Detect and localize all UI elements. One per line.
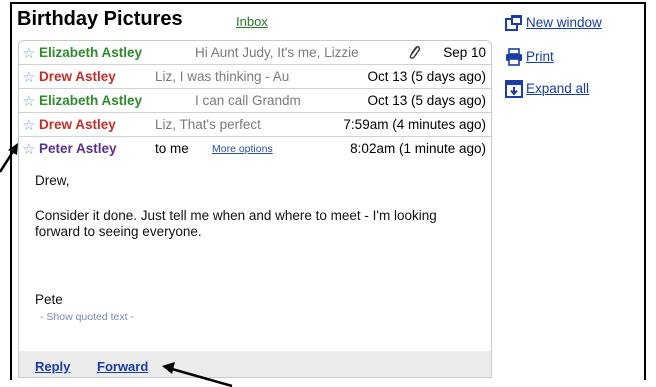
- message-paragraph: Consider it done. Just tell me when and …: [35, 208, 455, 240]
- open-message-header[interactable]: ☆ Peter Astley to me More options 8:02am…: [19, 137, 491, 161]
- message-date: 8:02am (1 minute ago): [347, 141, 486, 156]
- message-snippet: I can call Grandm: [195, 93, 301, 108]
- printer-icon: [505, 48, 523, 66]
- message-row[interactable]: ☆ Drew Astley Liz, That's perfect 7:59am…: [19, 113, 491, 137]
- reply-link[interactable]: Reply: [35, 359, 70, 374]
- expand-all-label: Expand all: [526, 81, 590, 96]
- message-date: Sep 10: [440, 45, 486, 60]
- message-line: forward to seeing everyone.: [35, 224, 202, 239]
- inbox-label-link[interactable]: Inbox: [236, 14, 268, 29]
- message-row[interactable]: ☆ Elizabeth Astley Hi Aunt Judy, It's me…: [19, 41, 491, 65]
- message-sender: Drew Astley: [39, 117, 116, 132]
- message-sender: Peter Astley: [39, 141, 117, 156]
- message-snippet: Liz, I was thinking - Au: [155, 69, 290, 84]
- message-sender: Elizabeth Astley: [39, 93, 143, 108]
- message-snippet: Hi Aunt Judy, It's me, Lizzie: [195, 45, 359, 60]
- message-snippet: Liz, That's perfect: [155, 117, 261, 132]
- show-quoted-text-link[interactable]: - Show quoted text -: [40, 309, 134, 325]
- star-icon[interactable]: ☆: [22, 140, 35, 158]
- star-icon[interactable]: ☆: [22, 68, 35, 86]
- star-icon[interactable]: ☆: [22, 92, 35, 110]
- expand-all-icon: [505, 80, 523, 98]
- new-window-label: New window: [526, 15, 602, 30]
- message-date: 7:59am (4 minutes ago): [340, 117, 486, 132]
- message-row[interactable]: ☆ Drew Astley Liz, I was thinking - Au O…: [19, 65, 491, 89]
- recipient-label: to me: [155, 141, 189, 156]
- forward-link[interactable]: Forward: [97, 359, 148, 374]
- message-date: Oct 13 (5 days ago): [364, 93, 486, 108]
- message-action-bar: Reply Forward: [19, 351, 491, 377]
- more-options-link[interactable]: More options: [212, 143, 273, 155]
- message-sender: Elizabeth Astley: [39, 45, 143, 60]
- message-signature: Pete: [35, 292, 63, 307]
- message-greeting: Drew,: [35, 173, 70, 188]
- page-title: Birthday Pictures: [17, 8, 183, 30]
- star-icon[interactable]: ☆: [22, 116, 35, 134]
- print-label: Print: [526, 49, 554, 64]
- paperclip-icon: [407, 44, 421, 63]
- star-icon[interactable]: ☆: [22, 44, 35, 62]
- message-row[interactable]: ☆ Elizabeth Astley I can call Grandm Oct…: [19, 89, 491, 113]
- message-date: Oct 13 (5 days ago): [364, 69, 486, 84]
- new-window-icon: [505, 14, 523, 32]
- message-line: Consider it done. Just tell me when and …: [35, 208, 437, 223]
- message-sender: Drew Astley: [39, 69, 116, 84]
- conversation-thread: ☆ Elizabeth Astley Hi Aunt Judy, It's me…: [18, 40, 492, 378]
